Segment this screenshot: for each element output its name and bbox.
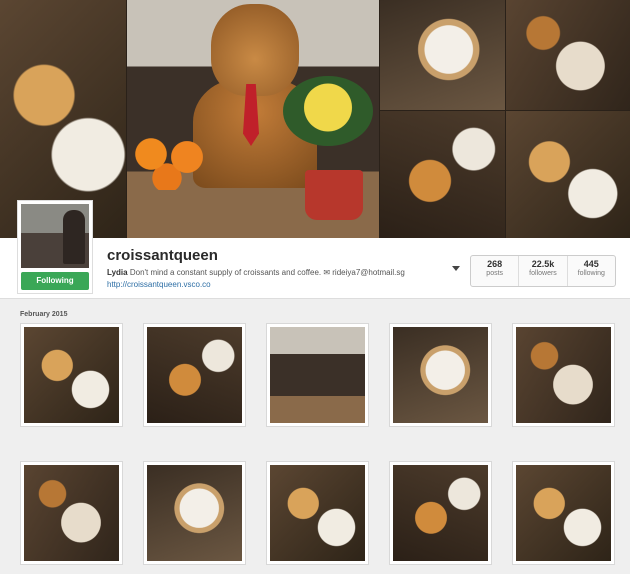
profile-display-name: Lydia (107, 268, 128, 277)
cover-photo-dog (127, 0, 379, 238)
avatar-card: Following (17, 200, 93, 294)
chevron-down-icon[interactable] (452, 266, 460, 271)
flower-pot-image (305, 170, 363, 220)
photo-thumb[interactable] (512, 461, 615, 565)
stat-following[interactable]: 445 following (568, 256, 615, 286)
month-label: February 2015 (20, 311, 68, 318)
profile-header: Following croissantqueen Lydia Don't min… (0, 200, 630, 298)
avatar-person-image (63, 210, 85, 264)
photo-thumb[interactable] (20, 461, 123, 565)
stat-following-value: 445 (583, 259, 599, 269)
photo-thumb[interactable] (266, 323, 369, 427)
stat-following-label: following (577, 270, 605, 277)
cover-photo-breakfast (506, 111, 630, 238)
stat-followers-label: followers (529, 270, 557, 277)
cover-photo-cake-slices (380, 111, 505, 238)
oranges-image (131, 130, 211, 190)
photo-thumb[interactable] (266, 461, 369, 565)
stat-followers-value: 22.5k (531, 259, 555, 269)
dog-head-image (211, 4, 299, 96)
photo-thumb[interactable] (512, 323, 615, 427)
photo-thumb[interactable] (389, 461, 492, 565)
following-button[interactable]: Following (21, 272, 89, 290)
cover-photo-bundt-cake (380, 0, 505, 110)
photo-grid: February 2015 (0, 298, 630, 574)
stat-posts[interactable]: 268 posts (471, 256, 520, 286)
profile-website-link[interactable]: http://croissantqueen.vsco.co (107, 280, 211, 289)
profile-stats: 268 posts 22.5k followers 445 following (470, 255, 616, 287)
profile-bio: Lydia Don't mind a constant supply of cr… (107, 268, 405, 277)
stat-followers[interactable]: 22.5k followers (519, 256, 568, 286)
stat-posts-value: 268 (487, 259, 503, 269)
profile-username: croissantqueen (107, 247, 218, 264)
stat-posts-label: posts (486, 270, 504, 277)
profile-bio-text: Don't mind a constant supply of croissan… (129, 268, 405, 277)
cover-mosaic (0, 0, 630, 238)
avatar[interactable] (21, 204, 89, 268)
flowers-image (283, 76, 373, 146)
photo-thumb[interactable] (143, 323, 246, 427)
photo-thumb[interactable] (389, 323, 492, 427)
cover-photo-coffee-cake (506, 0, 630, 110)
photo-thumb[interactable] (143, 461, 246, 565)
photo-thumb[interactable] (20, 323, 123, 427)
